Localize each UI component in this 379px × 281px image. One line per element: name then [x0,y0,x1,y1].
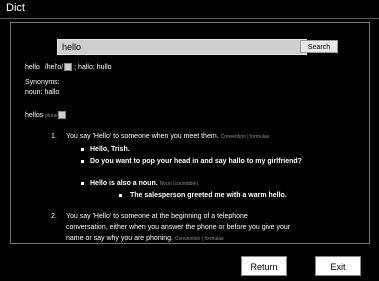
variants: ; hallo; hullo [74,64,112,71]
dictionary-panel: Search hello /hel'o/ ; hallo; hullo Syno… [10,22,370,244]
headword: hello [25,64,40,71]
return-button[interactable]: Return [241,256,287,276]
sense-1-example-1: Hello, Trish. [90,146,130,153]
bullet [81,148,84,151]
audio-icon[interactable] [64,63,73,72]
sense-1-subsense: Hello is also a noun. Noun (countable) [90,180,198,187]
sense-1-tags: Convention | formulae [220,134,270,140]
audio-icon[interactable] [58,111,67,120]
bullet [119,194,122,197]
sense-2-number: 2. [51,213,57,220]
sense-1-example-2: Do you want to pop your head in and say … [90,158,302,165]
window-title: Dict [6,2,25,14]
sense-2-line-3: name or say why you are phoning. Convent… [66,235,224,242]
sense-2-line-1: You say 'Hello' to someone at the beginn… [66,213,248,220]
plural-word: hellos [25,112,44,119]
sense-1-definition: You say 'Hello' to someone when you meet… [66,133,270,140]
search-button[interactable]: Search [300,40,338,53]
sense-2-tags: Convention | formulae [174,236,224,242]
exit-button[interactable]: Exit [315,256,361,276]
sense-1-number: 1. [51,133,57,140]
pronunciation: /hel'o/ [44,64,64,71]
sense-1-subsense-example: The salesperson greeted me with a warm h… [130,192,287,199]
bullet [81,182,84,185]
plural-label: plural [45,113,58,119]
sense-2-line-2: conversation, either when you answer the… [66,224,291,231]
synonyms-line: noun: hallo [25,89,60,96]
headword-line: hello /hel'o/ ; hallo; hullo [25,63,112,72]
plural-line: hellos plural [25,111,67,121]
subsense-tag: Noun (countable) [159,181,198,187]
title-bar: Dict [0,0,379,19]
bullet [81,160,84,163]
search-input[interactable] [57,39,307,55]
synonyms-heading: Synonyms: [25,79,60,86]
